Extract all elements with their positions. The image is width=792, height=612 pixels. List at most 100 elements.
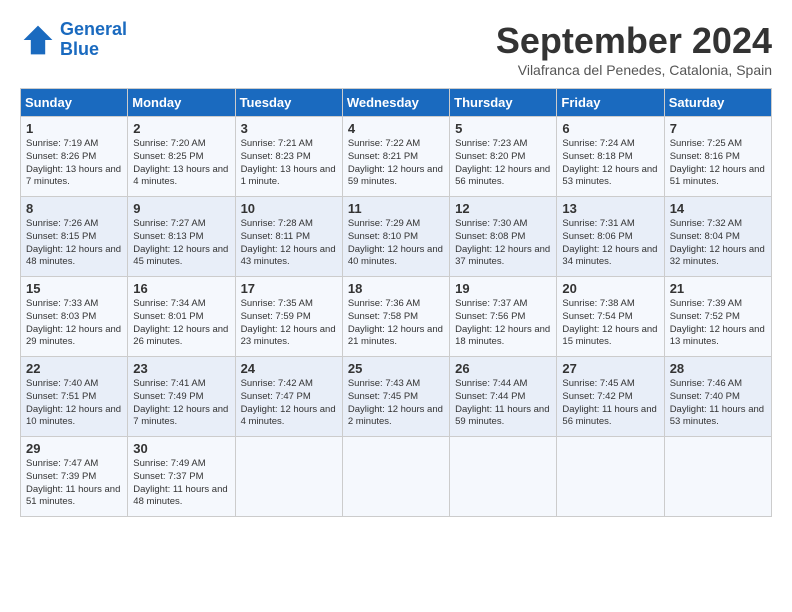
day-number: 14 — [670, 201, 766, 216]
calendar-week-row: 1 Sunrise: 7:19 AM Sunset: 8:26 PM Dayli… — [21, 117, 772, 197]
calendar-cell: 5 Sunrise: 7:23 AM Sunset: 8:20 PM Dayli… — [450, 117, 557, 197]
day-number: 28 — [670, 361, 766, 376]
cell-content: Sunrise: 7:40 AM Sunset: 7:51 PM Dayligh… — [26, 378, 122, 429]
weekday-header-monday: Monday — [128, 89, 235, 117]
page-header: General Blue September 2024 Vilafranca d… — [20, 20, 772, 78]
day-number: 26 — [455, 361, 551, 376]
calendar-cell: 17 Sunrise: 7:35 AM Sunset: 7:59 PM Dayl… — [235, 277, 342, 357]
day-number: 3 — [241, 121, 337, 136]
cell-content: Sunrise: 7:47 AM Sunset: 7:39 PM Dayligh… — [26, 458, 122, 509]
month-year: September 2024 — [496, 20, 772, 62]
day-number: 27 — [562, 361, 658, 376]
day-number: 4 — [348, 121, 444, 136]
cell-content: Sunrise: 7:33 AM Sunset: 8:03 PM Dayligh… — [26, 298, 122, 349]
weekday-header-saturday: Saturday — [664, 89, 771, 117]
cell-content: Sunrise: 7:28 AM Sunset: 8:11 PM Dayligh… — [241, 218, 337, 269]
title-block: September 2024 Vilafranca del Penedes, C… — [496, 20, 772, 78]
cell-content: Sunrise: 7:31 AM Sunset: 8:06 PM Dayligh… — [562, 218, 658, 269]
calendar-cell: 29 Sunrise: 7:47 AM Sunset: 7:39 PM Dayl… — [21, 437, 128, 517]
day-number: 22 — [26, 361, 122, 376]
cell-content: Sunrise: 7:46 AM Sunset: 7:40 PM Dayligh… — [670, 378, 766, 429]
calendar-cell: 10 Sunrise: 7:28 AM Sunset: 8:11 PM Dayl… — [235, 197, 342, 277]
cell-content: Sunrise: 7:41 AM Sunset: 7:49 PM Dayligh… — [133, 378, 229, 429]
day-number: 24 — [241, 361, 337, 376]
calendar-cell — [664, 437, 771, 517]
logo-icon — [20, 22, 56, 58]
calendar-cell: 27 Sunrise: 7:45 AM Sunset: 7:42 PM Dayl… — [557, 357, 664, 437]
cell-content: Sunrise: 7:19 AM Sunset: 8:26 PM Dayligh… — [26, 138, 122, 189]
day-number: 11 — [348, 201, 444, 216]
weekday-header-wednesday: Wednesday — [342, 89, 449, 117]
day-number: 13 — [562, 201, 658, 216]
location: Vilafranca del Penedes, Catalonia, Spain — [496, 62, 772, 78]
calendar-cell: 26 Sunrise: 7:44 AM Sunset: 7:44 PM Dayl… — [450, 357, 557, 437]
calendar-cell: 12 Sunrise: 7:30 AM Sunset: 8:08 PM Dayl… — [450, 197, 557, 277]
day-number: 7 — [670, 121, 766, 136]
calendar-cell: 8 Sunrise: 7:26 AM Sunset: 8:15 PM Dayli… — [21, 197, 128, 277]
cell-content: Sunrise: 7:27 AM Sunset: 8:13 PM Dayligh… — [133, 218, 229, 269]
cell-content: Sunrise: 7:38 AM Sunset: 7:54 PM Dayligh… — [562, 298, 658, 349]
calendar-cell: 2 Sunrise: 7:20 AM Sunset: 8:25 PM Dayli… — [128, 117, 235, 197]
calendar-cell: 9 Sunrise: 7:27 AM Sunset: 8:13 PM Dayli… — [128, 197, 235, 277]
cell-content: Sunrise: 7:49 AM Sunset: 7:37 PM Dayligh… — [133, 458, 229, 509]
day-number: 12 — [455, 201, 551, 216]
day-number: 8 — [26, 201, 122, 216]
calendar-cell: 21 Sunrise: 7:39 AM Sunset: 7:52 PM Dayl… — [664, 277, 771, 357]
day-number: 2 — [133, 121, 229, 136]
calendar-cell — [235, 437, 342, 517]
cell-content: Sunrise: 7:26 AM Sunset: 8:15 PM Dayligh… — [26, 218, 122, 269]
cell-content: Sunrise: 7:25 AM Sunset: 8:16 PM Dayligh… — [670, 138, 766, 189]
cell-content: Sunrise: 7:35 AM Sunset: 7:59 PM Dayligh… — [241, 298, 337, 349]
calendar-week-row: 29 Sunrise: 7:47 AM Sunset: 7:39 PM Dayl… — [21, 437, 772, 517]
calendar-cell — [557, 437, 664, 517]
calendar-cell: 7 Sunrise: 7:25 AM Sunset: 8:16 PM Dayli… — [664, 117, 771, 197]
day-number: 30 — [133, 441, 229, 456]
day-number: 15 — [26, 281, 122, 296]
calendar-table: SundayMondayTuesdayWednesdayThursdayFrid… — [20, 88, 772, 517]
calendar-cell: 24 Sunrise: 7:42 AM Sunset: 7:47 PM Dayl… — [235, 357, 342, 437]
cell-content: Sunrise: 7:39 AM Sunset: 7:52 PM Dayligh… — [670, 298, 766, 349]
calendar-cell: 11 Sunrise: 7:29 AM Sunset: 8:10 PM Dayl… — [342, 197, 449, 277]
calendar-cell: 19 Sunrise: 7:37 AM Sunset: 7:56 PM Dayl… — [450, 277, 557, 357]
day-number: 5 — [455, 121, 551, 136]
day-number: 9 — [133, 201, 229, 216]
weekday-header-friday: Friday — [557, 89, 664, 117]
weekday-header-sunday: Sunday — [21, 89, 128, 117]
calendar-cell: 3 Sunrise: 7:21 AM Sunset: 8:23 PM Dayli… — [235, 117, 342, 197]
calendar-cell: 14 Sunrise: 7:32 AM Sunset: 8:04 PM Dayl… — [664, 197, 771, 277]
cell-content: Sunrise: 7:34 AM Sunset: 8:01 PM Dayligh… — [133, 298, 229, 349]
cell-content: Sunrise: 7:37 AM Sunset: 7:56 PM Dayligh… — [455, 298, 551, 349]
cell-content: Sunrise: 7:24 AM Sunset: 8:18 PM Dayligh… — [562, 138, 658, 189]
calendar-week-row: 8 Sunrise: 7:26 AM Sunset: 8:15 PM Dayli… — [21, 197, 772, 277]
day-number: 19 — [455, 281, 551, 296]
calendar-cell: 18 Sunrise: 7:36 AM Sunset: 7:58 PM Dayl… — [342, 277, 449, 357]
day-number: 23 — [133, 361, 229, 376]
calendar-cell: 23 Sunrise: 7:41 AM Sunset: 7:49 PM Dayl… — [128, 357, 235, 437]
cell-content: Sunrise: 7:20 AM Sunset: 8:25 PM Dayligh… — [133, 138, 229, 189]
calendar-cell: 6 Sunrise: 7:24 AM Sunset: 8:18 PM Dayli… — [557, 117, 664, 197]
cell-content: Sunrise: 7:21 AM Sunset: 8:23 PM Dayligh… — [241, 138, 337, 189]
weekday-header-row: SundayMondayTuesdayWednesdayThursdayFrid… — [21, 89, 772, 117]
cell-content: Sunrise: 7:42 AM Sunset: 7:47 PM Dayligh… — [241, 378, 337, 429]
calendar-cell: 25 Sunrise: 7:43 AM Sunset: 7:45 PM Dayl… — [342, 357, 449, 437]
cell-content: Sunrise: 7:22 AM Sunset: 8:21 PM Dayligh… — [348, 138, 444, 189]
weekday-header-thursday: Thursday — [450, 89, 557, 117]
cell-content: Sunrise: 7:29 AM Sunset: 8:10 PM Dayligh… — [348, 218, 444, 269]
cell-content: Sunrise: 7:36 AM Sunset: 7:58 PM Dayligh… — [348, 298, 444, 349]
cell-content: Sunrise: 7:32 AM Sunset: 8:04 PM Dayligh… — [670, 218, 766, 269]
day-number: 20 — [562, 281, 658, 296]
cell-content: Sunrise: 7:45 AM Sunset: 7:42 PM Dayligh… — [562, 378, 658, 429]
calendar-cell: 20 Sunrise: 7:38 AM Sunset: 7:54 PM Dayl… — [557, 277, 664, 357]
cell-content: Sunrise: 7:23 AM Sunset: 8:20 PM Dayligh… — [455, 138, 551, 189]
day-number: 25 — [348, 361, 444, 376]
calendar-cell: 16 Sunrise: 7:34 AM Sunset: 8:01 PM Dayl… — [128, 277, 235, 357]
day-number: 1 — [26, 121, 122, 136]
calendar-cell: 1 Sunrise: 7:19 AM Sunset: 8:26 PM Dayli… — [21, 117, 128, 197]
cell-content: Sunrise: 7:43 AM Sunset: 7:45 PM Dayligh… — [348, 378, 444, 429]
calendar-cell: 30 Sunrise: 7:49 AM Sunset: 7:37 PM Dayl… — [128, 437, 235, 517]
calendar-week-row: 22 Sunrise: 7:40 AM Sunset: 7:51 PM Dayl… — [21, 357, 772, 437]
day-number: 18 — [348, 281, 444, 296]
day-number: 21 — [670, 281, 766, 296]
day-number: 16 — [133, 281, 229, 296]
calendar-cell: 13 Sunrise: 7:31 AM Sunset: 8:06 PM Dayl… — [557, 197, 664, 277]
